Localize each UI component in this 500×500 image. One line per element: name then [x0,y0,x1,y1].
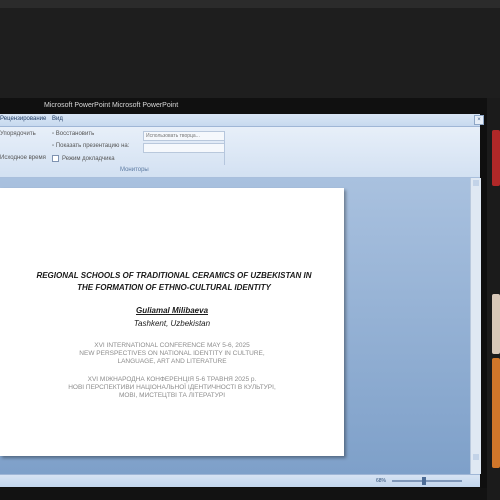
video-thumbnails [492,118,500,500]
scroll-up-icon[interactable] [473,180,479,186]
zoom-slider-knob[interactable] [422,477,426,485]
ribbon-item-time[interactable]: Исходное время [0,155,46,161]
monitor-select-1[interactable]: Использовать творца... [143,131,225,141]
conference-english: XVI INTERNATIONAL CONFERENCE MAY 5-6, 20… [79,342,265,365]
window-title-left: Microsoft PowerPoint [44,102,111,109]
presenter-mode-checkbox[interactable]: Режим докладчика [52,155,115,162]
ribbon-item-presenter-view[interactable]: ▫ Показать презентацию на: [52,143,129,149]
thumbnail-3[interactable] [492,358,500,468]
thumbnail-2[interactable] [492,294,500,354]
zoom-slider[interactable] [392,480,462,482]
conference-ukrainian: XVI МІЖНАРОДНА КОНФЕРЕНЦІЯ 5-6 ТРАВНЯ 20… [68,376,276,399]
monitor-select-2[interactable] [143,143,225,153]
window-title-right: Microsoft PowerPoint [112,102,179,109]
top-window-bar [0,0,500,8]
powerpoint-window: Microsoft PowerPoint Microsoft PowerPoin… [0,98,487,500]
ribbon-divider [224,131,225,165]
tab-view[interactable]: Вид [52,116,63,122]
tab-review[interactable]: Рецензирование [0,116,46,122]
slide-title: REGIONAL SCHOOLS OF TRADITIONAL CERAMICS… [36,271,312,292]
thumbnail-1[interactable] [492,130,500,186]
slide-author: Guliamal Milibaeva [135,306,209,315]
slide-city: Tashkent, Uzbekistan [133,319,211,328]
ribbon-item-arrange[interactable]: Упорядочить [0,131,36,137]
dark-background [0,8,500,98]
checkbox-icon [52,155,59,162]
group-label-monitors: Мониторы [120,167,149,173]
zoom-level: 68% [376,478,387,484]
ribbon: Упорядочить Исходное время ▫ Восстановит… [0,127,480,178]
status-bar: 68% [0,474,480,487]
bottom-bar [0,488,487,500]
slide[interactable]: REGIONAL SCHOOLS OF TRADITIONAL CERAMICS… [0,188,344,456]
ribbon-item-restore[interactable]: ▫ Восстановить [52,131,94,137]
vertical-scrollbar[interactable] [470,178,481,474]
close-icon[interactable]: × [474,115,484,125]
ribbon-tabs: Рецензирование Вид [0,114,480,127]
title-bar: Microsoft PowerPoint Microsoft PowerPoin… [0,98,487,114]
scroll-down-icon[interactable] [473,454,479,460]
